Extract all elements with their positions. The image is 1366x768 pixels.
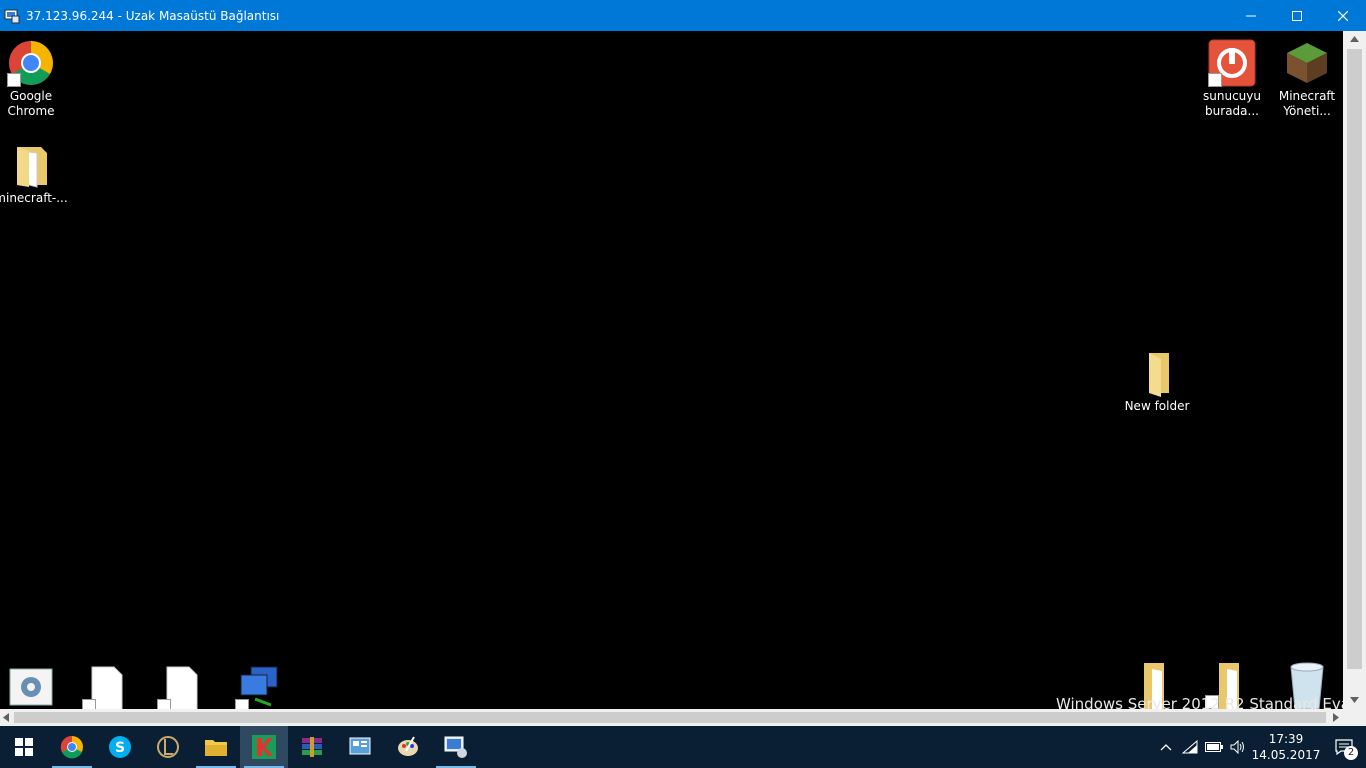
vertical-scroll-thumb[interactable] <box>1347 49 1362 669</box>
icon-label: Google Chrome <box>7 89 55 118</box>
speaker-icon <box>1230 740 1244 754</box>
vertical-scrollbar[interactable] <box>1343 31 1366 709</box>
desktop-icon-settings[interactable] <box>0 665 69 709</box>
settings-gear-icon <box>7 665 55 709</box>
start-button[interactable] <box>0 726 48 768</box>
remote-desktop[interactable]: Google Chrome minecraft-... sunucuyu bur… <box>0 31 1343 709</box>
icon-label: Minecraft Yöneti... <box>1278 89 1336 118</box>
scroll-right-icon <box>1333 713 1339 722</box>
taskbar-kaspersky[interactable] <box>240 726 288 768</box>
scroll-down-icon <box>1350 697 1359 703</box>
minimize-button[interactable] <box>1228 0 1274 31</box>
show-hidden-icons-button[interactable] <box>1154 726 1178 768</box>
network-icon <box>235 665 283 709</box>
icon-label: New folder <box>1124 399 1190 413</box>
shortcut-arrow-icon <box>157 699 171 709</box>
paint-icon <box>398 736 418 756</box>
taskbar-league[interactable] <box>144 726 192 768</box>
maximize-icon <box>1292 10 1302 21</box>
start-icon <box>15 738 33 756</box>
power-icon <box>1208 39 1256 87</box>
desktop-icon-new-folder[interactable]: New folder <box>1119 349 1195 414</box>
file-explorer-icon <box>205 740 227 756</box>
horizontal-scroll-thumb[interactable] <box>14 712 1326 723</box>
desktop-icon-file-1[interactable] <box>68 665 144 709</box>
league-icon <box>157 736 179 758</box>
system-tray: 17:39 14.05.2017 2 <box>1154 726 1366 768</box>
control-panel-icon <box>349 737 371 755</box>
winrar-icon <box>302 737 322 757</box>
scroll-corner <box>1343 709 1366 726</box>
close-button[interactable] <box>1320 0 1366 31</box>
folder-icon <box>1133 349 1181 397</box>
desktop-icon-minecraft-manager[interactable]: Minecraft Yöneti... <box>1269 39 1343 119</box>
minecraft-grass-icon <box>1283 39 1331 87</box>
taskbar-control-panel[interactable] <box>336 726 384 768</box>
folder-icon <box>7 141 55 189</box>
remote-desktop-icon <box>444 736 467 758</box>
window-title: 37.123.96.244 - Uzak Masaüstü Bağlantısı <box>26 8 280 23</box>
remote-desktop-icon <box>4 8 20 24</box>
chrome-icon <box>60 735 83 759</box>
skype-icon: S <box>109 736 131 758</box>
close-icon <box>1338 10 1348 21</box>
network-tray-button[interactable] <box>1178 726 1202 768</box>
kaspersky-icon <box>252 735 276 759</box>
chrome-icon <box>7 39 55 87</box>
shortcut-arrow-icon <box>82 699 96 709</box>
desktop-icon-network[interactable] <box>221 665 297 709</box>
file-icon <box>157 665 205 709</box>
horizontal-scrollbar[interactable] <box>0 709 1343 726</box>
battery-tray-button[interactable] <box>1202 726 1226 768</box>
rdp-title-bar[interactable]: 37.123.96.244 - Uzak Masaüstü Bağlantısı <box>0 0 1366 31</box>
taskbar-remote-desktop[interactable] <box>432 726 480 768</box>
taskbar-skype[interactable]: S <box>96 726 144 768</box>
shortcut-arrow-icon <box>235 699 249 709</box>
shortcut-arrow-icon <box>1208 73 1222 87</box>
scroll-left-icon <box>3 713 9 722</box>
icon-label: sunucuyu burada... <box>1203 89 1261 118</box>
chevron-up-icon <box>1160 744 1172 751</box>
desktop-icon-minecraft-folder[interactable]: minecraft-... <box>0 141 69 206</box>
desktop-icon-chrome[interactable]: Google Chrome <box>0 39 69 119</box>
battery-icon <box>1205 742 1223 752</box>
wifi-icon <box>1182 740 1198 754</box>
taskbar-winrar[interactable] <box>288 726 336 768</box>
minimize-icon <box>1246 15 1256 16</box>
taskbar-paint[interactable] <box>384 726 432 768</box>
notification-badge: 2 <box>1344 746 1358 760</box>
file-icon <box>82 665 130 709</box>
desktop-icon-file-2[interactable] <box>143 665 219 709</box>
taskbar: S 17:39 14.05.2017 2 <box>0 726 1366 768</box>
clock-date: 14.05.2017 <box>1251 748 1321 762</box>
scroll-up-icon <box>1350 36 1359 42</box>
os-watermark: Windows Server 2012 R2 Standard Evaluati… <box>1056 695 1343 709</box>
volume-tray-button[interactable] <box>1226 726 1250 768</box>
icon-label: minecraft-... <box>0 191 68 205</box>
action-center-button[interactable]: 2 <box>1322 726 1366 768</box>
taskbar-file-explorer[interactable] <box>192 726 240 768</box>
maximize-button[interactable] <box>1274 0 1320 31</box>
clock-time: 17:39 <box>1268 732 1304 746</box>
taskbar-clock[interactable]: 17:39 14.05.2017 <box>1250 731 1322 763</box>
taskbar-chrome[interactable] <box>48 726 96 768</box>
svg-text:S: S <box>115 740 125 756</box>
desktop-icon-shutdown[interactable]: sunucuyu burada... <box>1194 39 1270 119</box>
shortcut-arrow-icon <box>7 73 21 87</box>
